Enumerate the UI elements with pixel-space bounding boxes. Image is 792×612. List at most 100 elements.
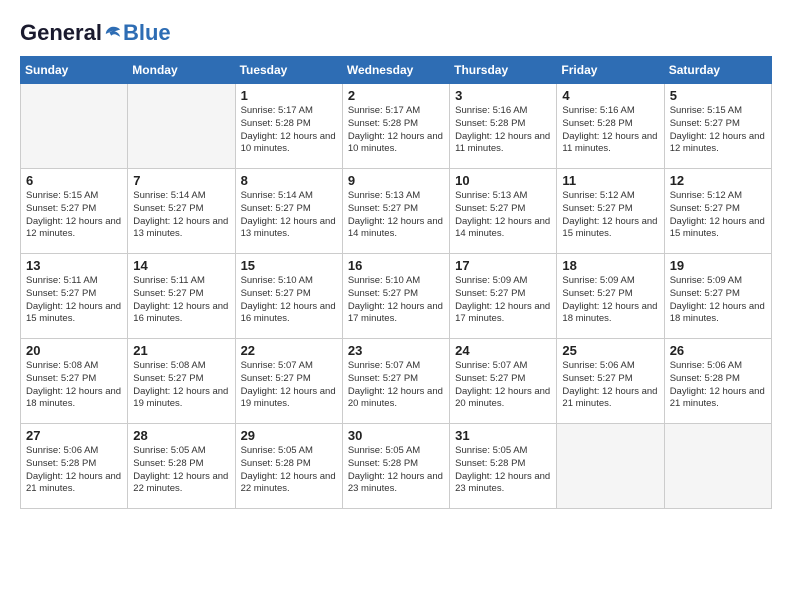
- cell-sunset: Sunset: 5:27 PM: [133, 288, 229, 301]
- day-number: 4: [562, 88, 658, 103]
- calendar-cell: 8 Sunrise: 5:14 AM Sunset: 5:27 PM Dayli…: [235, 169, 342, 254]
- day-number: 14: [133, 258, 229, 273]
- day-number: 2: [348, 88, 444, 103]
- calendar-cell: 18 Sunrise: 5:09 AM Sunset: 5:27 PM Dayl…: [557, 254, 664, 339]
- day-number: 13: [26, 258, 122, 273]
- calendar-cell: [557, 424, 664, 509]
- logo: General Blue: [20, 20, 171, 46]
- calendar-cell: 22 Sunrise: 5:07 AM Sunset: 5:27 PM Dayl…: [235, 339, 342, 424]
- cell-daylight: Daylight: 12 hours and 10 minutes.: [241, 131, 337, 157]
- cell-sunset: Sunset: 5:28 PM: [241, 118, 337, 131]
- calendar-cell: 26 Sunrise: 5:06 AM Sunset: 5:28 PM Dayl…: [664, 339, 771, 424]
- cell-sunrise: Sunrise: 5:05 AM: [348, 445, 444, 458]
- cell-daylight: Daylight: 12 hours and 22 minutes.: [241, 471, 337, 497]
- cell-sunrise: Sunrise: 5:15 AM: [670, 105, 766, 118]
- day-number: 25: [562, 343, 658, 358]
- cell-daylight: Daylight: 12 hours and 14 minutes.: [455, 216, 551, 242]
- cell-sunset: Sunset: 5:27 PM: [348, 203, 444, 216]
- cell-daylight: Daylight: 12 hours and 19 minutes.: [241, 386, 337, 412]
- calendar-week-row: 27 Sunrise: 5:06 AM Sunset: 5:28 PM Dayl…: [21, 424, 772, 509]
- calendar-week-row: 6 Sunrise: 5:15 AM Sunset: 5:27 PM Dayli…: [21, 169, 772, 254]
- calendar-cell: 13 Sunrise: 5:11 AM Sunset: 5:27 PM Dayl…: [21, 254, 128, 339]
- cell-daylight: Daylight: 12 hours and 18 minutes.: [26, 386, 122, 412]
- calendar-cell: 7 Sunrise: 5:14 AM Sunset: 5:27 PM Dayli…: [128, 169, 235, 254]
- cell-sunset: Sunset: 5:28 PM: [348, 458, 444, 471]
- day-number: 6: [26, 173, 122, 188]
- calendar-cell: 11 Sunrise: 5:12 AM Sunset: 5:27 PM Dayl…: [557, 169, 664, 254]
- cell-daylight: Daylight: 12 hours and 16 minutes.: [241, 301, 337, 327]
- cell-daylight: Daylight: 12 hours and 22 minutes.: [133, 471, 229, 497]
- cell-sunset: Sunset: 5:27 PM: [241, 373, 337, 386]
- day-number: 21: [133, 343, 229, 358]
- cell-daylight: Daylight: 12 hours and 14 minutes.: [348, 216, 444, 242]
- cell-sunrise: Sunrise: 5:09 AM: [670, 275, 766, 288]
- cell-sunset: Sunset: 5:27 PM: [562, 203, 658, 216]
- cell-sunrise: Sunrise: 5:13 AM: [348, 190, 444, 203]
- calendar-cell: 6 Sunrise: 5:15 AM Sunset: 5:27 PM Dayli…: [21, 169, 128, 254]
- cell-sunset: Sunset: 5:27 PM: [26, 373, 122, 386]
- day-number: 24: [455, 343, 551, 358]
- cell-sunrise: Sunrise: 5:06 AM: [26, 445, 122, 458]
- cell-daylight: Daylight: 12 hours and 17 minutes.: [348, 301, 444, 327]
- day-number: 16: [348, 258, 444, 273]
- cell-sunrise: Sunrise: 5:05 AM: [241, 445, 337, 458]
- cell-daylight: Daylight: 12 hours and 17 minutes.: [455, 301, 551, 327]
- calendar-body: 1 Sunrise: 5:17 AM Sunset: 5:28 PM Dayli…: [21, 84, 772, 509]
- cell-sunrise: Sunrise: 5:08 AM: [26, 360, 122, 373]
- calendar-cell: 30 Sunrise: 5:05 AM Sunset: 5:28 PM Dayl…: [342, 424, 449, 509]
- calendar-cell: 4 Sunrise: 5:16 AM Sunset: 5:28 PM Dayli…: [557, 84, 664, 169]
- cell-sunrise: Sunrise: 5:07 AM: [455, 360, 551, 373]
- cell-daylight: Daylight: 12 hours and 23 minutes.: [455, 471, 551, 497]
- calendar-cell: 1 Sunrise: 5:17 AM Sunset: 5:28 PM Dayli…: [235, 84, 342, 169]
- cell-daylight: Daylight: 12 hours and 13 minutes.: [133, 216, 229, 242]
- cell-sunrise: Sunrise: 5:12 AM: [670, 190, 766, 203]
- cell-sunset: Sunset: 5:28 PM: [26, 458, 122, 471]
- cell-daylight: Daylight: 12 hours and 21 minutes.: [670, 386, 766, 412]
- day-number: 31: [455, 428, 551, 443]
- cell-daylight: Daylight: 12 hours and 18 minutes.: [670, 301, 766, 327]
- day-number: 9: [348, 173, 444, 188]
- calendar-cell: 29 Sunrise: 5:05 AM Sunset: 5:28 PM Dayl…: [235, 424, 342, 509]
- logo-text: General: [20, 21, 122, 45]
- calendar-cell: 27 Sunrise: 5:06 AM Sunset: 5:28 PM Dayl…: [21, 424, 128, 509]
- day-number: 11: [562, 173, 658, 188]
- cell-sunset: Sunset: 5:27 PM: [348, 288, 444, 301]
- cell-sunset: Sunset: 5:27 PM: [26, 288, 122, 301]
- cell-sunset: Sunset: 5:27 PM: [670, 288, 766, 301]
- cell-daylight: Daylight: 12 hours and 18 minutes.: [562, 301, 658, 327]
- day-of-week-header: Thursday: [450, 57, 557, 84]
- day-number: 29: [241, 428, 337, 443]
- cell-sunset: Sunset: 5:28 PM: [241, 458, 337, 471]
- cell-sunset: Sunset: 5:28 PM: [455, 118, 551, 131]
- cell-sunset: Sunset: 5:28 PM: [348, 118, 444, 131]
- cell-sunset: Sunset: 5:28 PM: [455, 458, 551, 471]
- calendar-cell: 19 Sunrise: 5:09 AM Sunset: 5:27 PM Dayl…: [664, 254, 771, 339]
- cell-sunrise: Sunrise: 5:07 AM: [348, 360, 444, 373]
- cell-sunrise: Sunrise: 5:10 AM: [241, 275, 337, 288]
- cell-sunrise: Sunrise: 5:15 AM: [26, 190, 122, 203]
- day-number: 30: [348, 428, 444, 443]
- cell-sunset: Sunset: 5:27 PM: [455, 373, 551, 386]
- cell-daylight: Daylight: 12 hours and 20 minutes.: [455, 386, 551, 412]
- cell-sunset: Sunset: 5:27 PM: [455, 203, 551, 216]
- cell-sunset: Sunset: 5:27 PM: [241, 203, 337, 216]
- calendar-cell: 9 Sunrise: 5:13 AM Sunset: 5:27 PM Dayli…: [342, 169, 449, 254]
- calendar-week-row: 1 Sunrise: 5:17 AM Sunset: 5:28 PM Dayli…: [21, 84, 772, 169]
- cell-sunrise: Sunrise: 5:06 AM: [670, 360, 766, 373]
- cell-sunset: Sunset: 5:27 PM: [562, 288, 658, 301]
- day-of-week-header: Friday: [557, 57, 664, 84]
- cell-daylight: Daylight: 12 hours and 21 minutes.: [26, 471, 122, 497]
- cell-sunset: Sunset: 5:28 PM: [562, 118, 658, 131]
- cell-daylight: Daylight: 12 hours and 19 minutes.: [133, 386, 229, 412]
- calendar-cell: [664, 424, 771, 509]
- cell-sunset: Sunset: 5:27 PM: [562, 373, 658, 386]
- logo-blue-text: Blue: [123, 20, 171, 46]
- calendar-cell: 5 Sunrise: 5:15 AM Sunset: 5:27 PM Dayli…: [664, 84, 771, 169]
- day-of-week-header: Monday: [128, 57, 235, 84]
- cell-sunrise: Sunrise: 5:11 AM: [133, 275, 229, 288]
- day-number: 26: [670, 343, 766, 358]
- cell-sunrise: Sunrise: 5:16 AM: [562, 105, 658, 118]
- day-number: 1: [241, 88, 337, 103]
- cell-sunrise: Sunrise: 5:14 AM: [241, 190, 337, 203]
- cell-sunset: Sunset: 5:27 PM: [670, 203, 766, 216]
